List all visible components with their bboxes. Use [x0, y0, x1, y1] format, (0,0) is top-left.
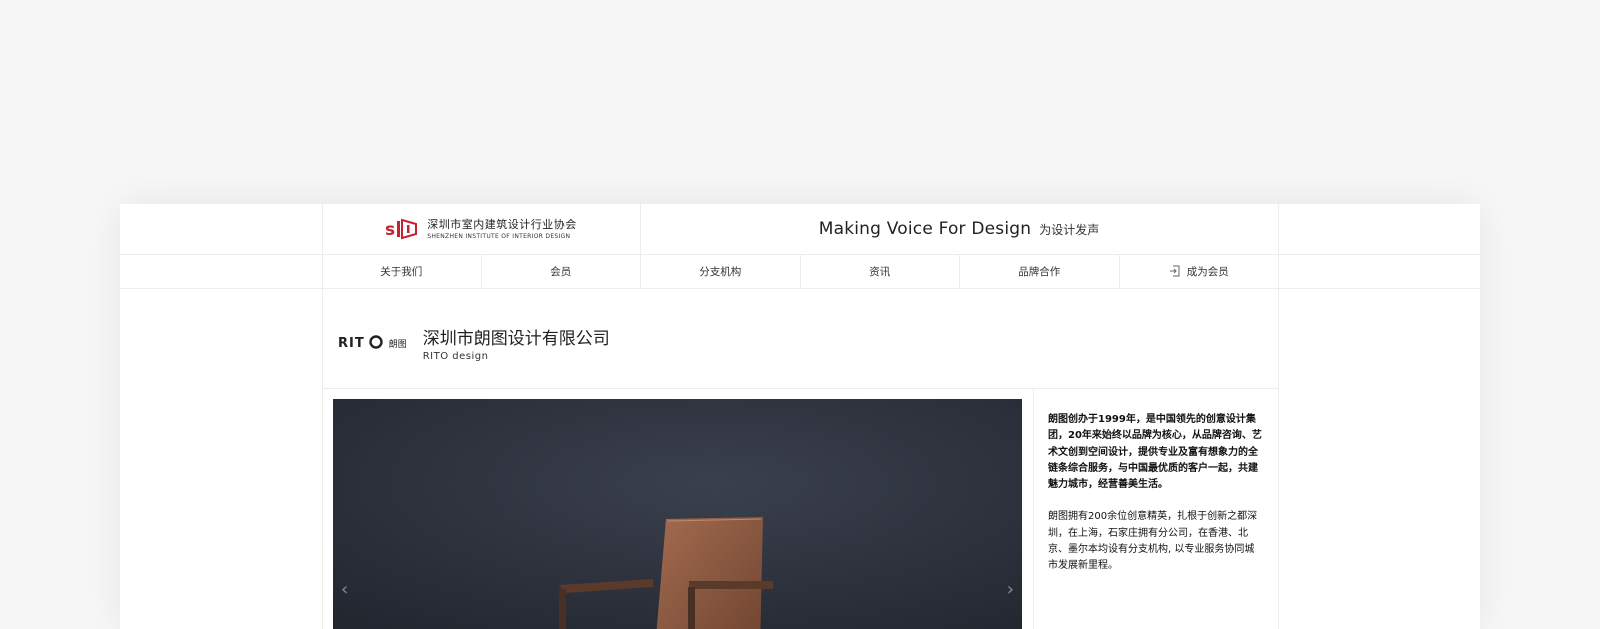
svg-text:s: s — [385, 220, 395, 240]
divider — [322, 388, 1278, 389]
login-icon — [1169, 265, 1181, 277]
siid-logo-icon: s — [385, 217, 419, 241]
slogan: Making Voice For Design 为设计发声 — [640, 204, 1278, 254]
nav-label: 资讯 — [869, 265, 891, 278]
nav-item-brand-cooperation[interactable]: 品牌合作 — [960, 254, 1120, 288]
description-paragraph: 朗图创办于1999年，是中国领先的创意设计集团，20年来始终以品牌为核心，从品牌… — [1048, 414, 1262, 491]
rito-o-icon — [369, 334, 383, 353]
nav-item-members[interactable]: 会员 — [482, 254, 641, 288]
divider — [1278, 204, 1279, 629]
nav-item-about[interactable]: 关于我们 — [322, 254, 482, 288]
rito-logo-cn: 朗图 — [388, 339, 407, 350]
description-paragraph: 朗图拥有200余位创意精英，扎根于创新之都深圳，在上海，石家庄拥有分公司，在香港… — [1048, 511, 1258, 572]
nav-item-news[interactable]: 资讯 — [801, 254, 960, 288]
nav-label: 会员 — [550, 265, 572, 278]
page-card: s 深圳市室内建筑设计行业协会 SHENZHEN INSTITUTE OF IN… — [120, 204, 1480, 629]
nav-label: 品牌合作 — [1018, 265, 1061, 278]
chevron-left-icon[interactable]: ‹ — [341, 579, 348, 600]
rito-logo-text: RIT — [338, 335, 365, 351]
nav-label: 分支机构 — [699, 265, 742, 278]
nav-label: 关于我们 — [380, 265, 423, 278]
chevron-right-icon[interactable]: › — [1007, 579, 1014, 600]
slogan-cn: 为设计发声 — [1039, 222, 1100, 237]
main-nav: 关于我们 会员 分支机构 资讯 品牌合作 成为会员 — [322, 254, 1278, 288]
divider — [120, 288, 1480, 289]
association-name-en: SHENZHEN INSTITUTE OF INTERIOR DESIGN — [427, 232, 571, 240]
company-header: RIT 朗图 深圳市朗图设计有限公司 RITO design — [338, 324, 610, 362]
gallery-image: ‹ › — [333, 399, 1022, 629]
company-name-cn: 深圳市朗图设计有限公司 — [422, 329, 610, 349]
nav-item-branches[interactable]: 分支机构 — [641, 254, 801, 288]
association-logo[interactable]: s 深圳市室内建筑设计行业协会 SHENZHEN INSTITUTE OF IN… — [322, 204, 640, 254]
nav-label: 成为会员 — [1186, 265, 1229, 278]
chair-photo — [333, 399, 1022, 629]
company-name-en: RITO design — [422, 351, 489, 362]
slogan-en: Making Voice For Design — [818, 219, 1032, 239]
association-name-cn: 深圳市室内建筑设计行业协会 — [427, 217, 577, 231]
divider — [1033, 388, 1034, 629]
company-description: 朗图创办于1999年，是中国领先的创意设计集团，20年来始终以品牌为核心，从品牌… — [1048, 412, 1263, 591]
rito-logo: RIT 朗图 — [338, 334, 407, 353]
nav-item-join[interactable]: 成为会员 — [1120, 254, 1279, 288]
